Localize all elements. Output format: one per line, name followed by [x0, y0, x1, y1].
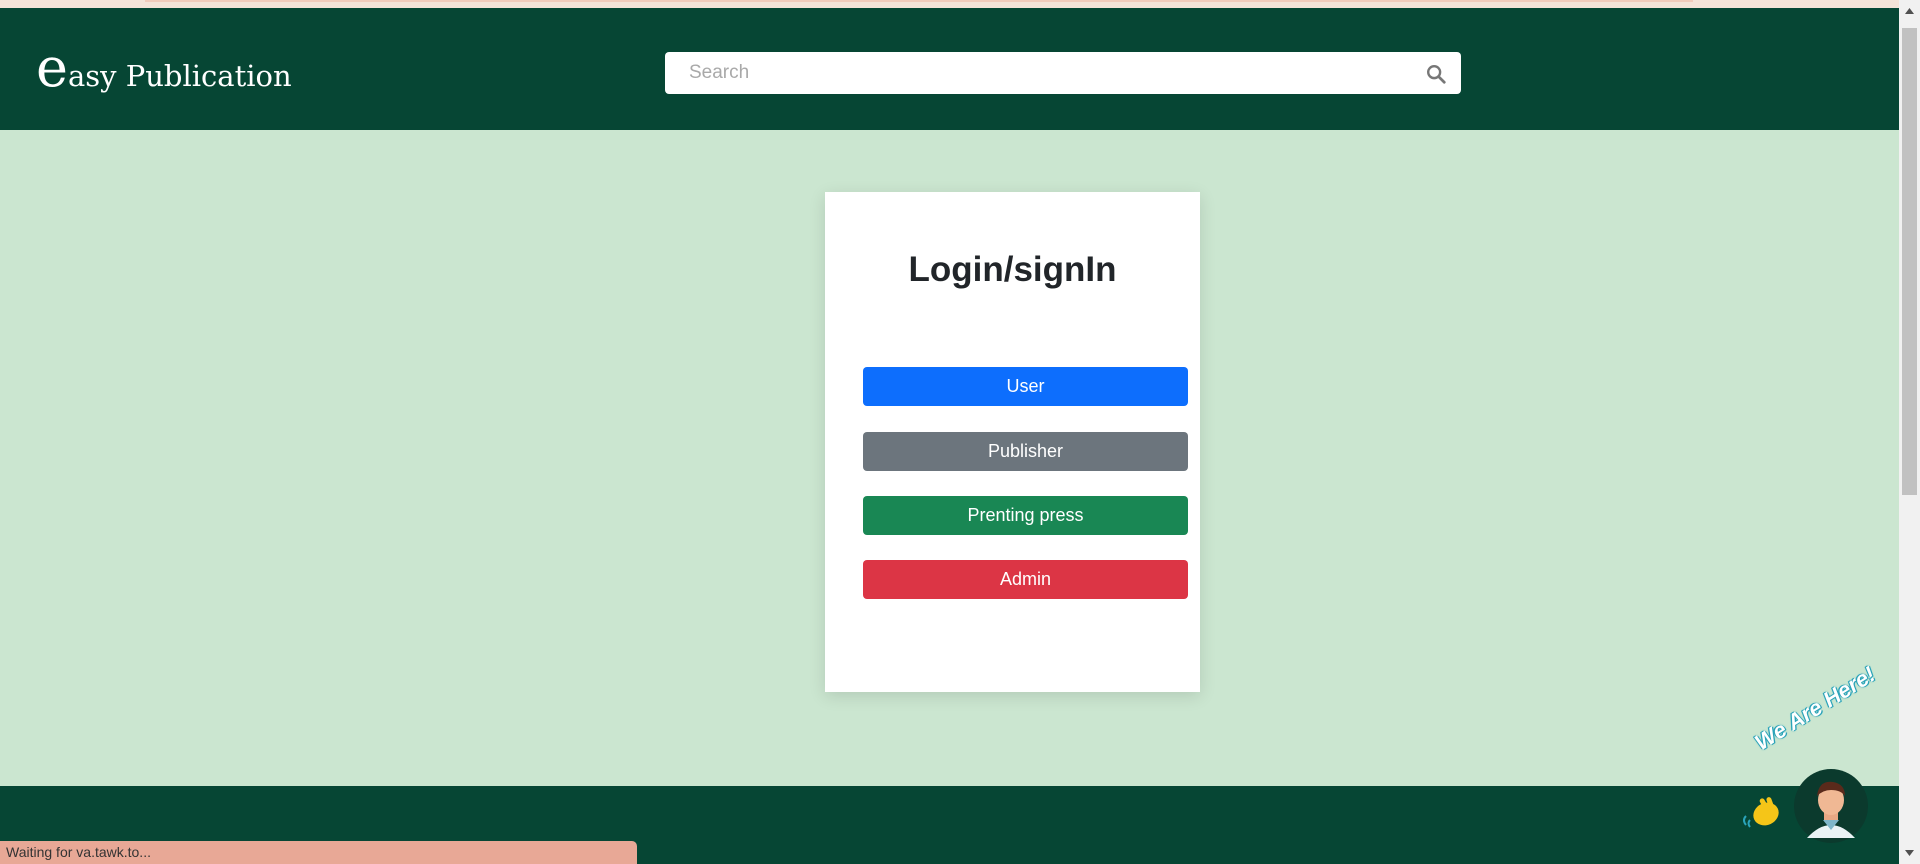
- scrollbar-thumb[interactable]: [1902, 28, 1917, 495]
- search-input[interactable]: [665, 52, 1419, 94]
- login-card: Login/signIn User Publisher Prenting pre…: [825, 192, 1200, 692]
- site-header: easy Publication: [0, 8, 1899, 130]
- user-login-button[interactable]: User: [863, 367, 1188, 406]
- admin-login-button[interactable]: Admin: [863, 560, 1188, 599]
- logo-text: asy Publication: [67, 59, 292, 93]
- browser-top-strip: [0, 0, 1899, 8]
- site-logo[interactable]: easy Publication: [36, 36, 292, 99]
- agent-avatar-icon[interactable]: [1793, 768, 1869, 844]
- publisher-login-button[interactable]: Publisher: [863, 432, 1188, 471]
- chat-tagline: We Are Here!: [1750, 661, 1880, 756]
- page-scrollbar[interactable]: [1899, 0, 1920, 864]
- logo-initial: e: [36, 36, 68, 99]
- chat-widget[interactable]: We Are Here!: [1740, 661, 1905, 864]
- search-icon[interactable]: [1425, 63, 1447, 85]
- scroll-up-icon[interactable]: [1899, 2, 1920, 20]
- login-title: Login/signIn: [908, 250, 1117, 289]
- search-bar: [665, 52, 1461, 94]
- browser-status-bar: Waiting for va.tawk.to...: [0, 841, 637, 864]
- scroll-down-icon[interactable]: [1899, 844, 1920, 862]
- printing-press-login-button[interactable]: Prenting press: [863, 496, 1188, 535]
- waving-hand-icon: [1743, 797, 1779, 828]
